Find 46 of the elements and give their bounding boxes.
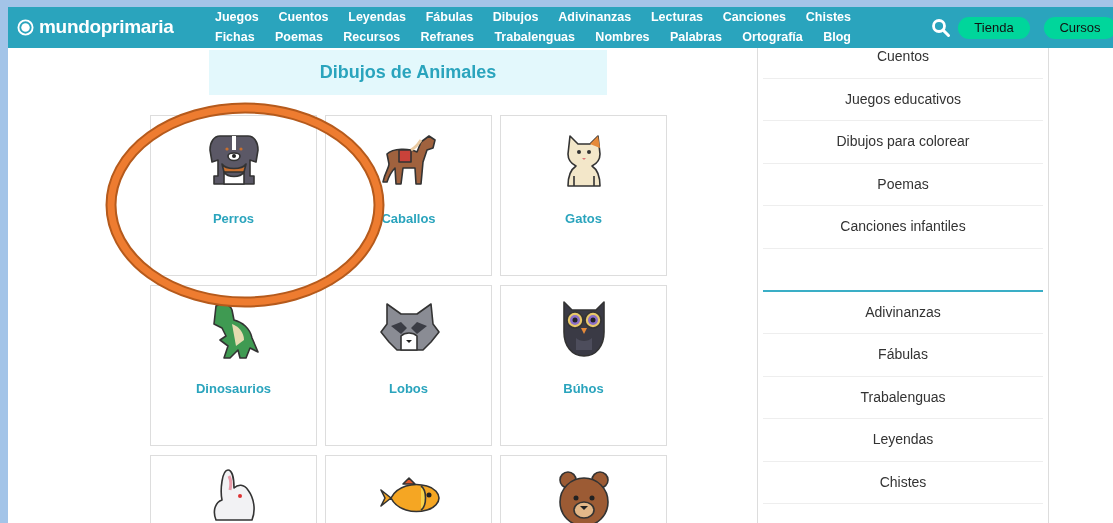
nav-link[interactable]: Leyendas (348, 9, 406, 26)
animal-label: Lobos (389, 380, 428, 398)
animal-label: Gatos (565, 210, 602, 228)
sidebar-link[interactable]: Adivinanzas (763, 291, 1043, 334)
nav-link[interactable]: Blog (823, 29, 851, 46)
animal-card[interactable]: Caballos (325, 115, 492, 276)
animal-card[interactable]: Lobos (325, 285, 492, 446)
sidebar-link[interactable]: Juegos educativos (763, 78, 1043, 121)
sidebar-link[interactable]: Poemas (763, 163, 1043, 206)
animal-label: Caballos (381, 210, 436, 228)
sidebar-link[interactable]: Dibujos para colorear (763, 121, 1043, 164)
nav-link[interactable]: Juegos (215, 9, 259, 26)
nav-link[interactable]: Recursos (343, 29, 401, 46)
nav-link[interactable]: Chistes (805, 9, 851, 26)
nav-link[interactable]: Dibujos (492, 9, 539, 26)
nav-link[interactable]: Adivinanzas (558, 9, 632, 26)
nav-link[interactable]: Trabalenguas (494, 29, 575, 46)
animal-card[interactable]: Dinosaurios (150, 285, 317, 446)
animal-label: Búhos (563, 380, 604, 398)
nav-link[interactable]: Cuentos (278, 9, 329, 26)
animal-label: Dinosaurios (195, 380, 272, 398)
animal-card[interactable]: Gatos (500, 115, 667, 276)
search-icon[interactable] (931, 17, 951, 38)
nav-link[interactable]: Palabras (669, 29, 722, 46)
nav-link[interactable]: Ortografía (742, 29, 803, 46)
nav-link[interactable]: Canciones (722, 9, 787, 26)
animal-card[interactable]: Perros (150, 115, 317, 276)
sidebar-link[interactable]: Chistes (763, 461, 1043, 504)
page-heading: Dibujos de Animales (319, 61, 497, 84)
nav-link[interactable]: Nombres (595, 29, 650, 46)
nav-link[interactable]: Fábulas (425, 9, 473, 26)
nav-link[interactable]: Refranes (420, 29, 475, 46)
nav-link[interactable]: Lecturas (650, 9, 704, 26)
sidebar-link[interactable]: Canciones infantiles (763, 206, 1043, 249)
sidebar-link[interactable]: Trabalenguas (763, 376, 1043, 419)
nav-button[interactable]: Tienda (958, 16, 1030, 39)
animal-label: Perros (212, 210, 255, 228)
nav-link[interactable]: Fichas (215, 29, 255, 46)
animal-card[interactable]: Búhos (500, 285, 667, 446)
site-logo[interactable]: mundoprimaria (39, 13, 174, 42)
sidebar-link[interactable]: Cuentos (763, 48, 1043, 79)
sidebar-link[interactable]: Leyendas (763, 419, 1043, 462)
sidebar-link[interactable]: Fábulas (763, 334, 1043, 377)
nav-button[interactable]: Cursos (1044, 16, 1113, 39)
logo-icon (17, 19, 34, 36)
nav-link[interactable]: Poemas (274, 29, 323, 46)
